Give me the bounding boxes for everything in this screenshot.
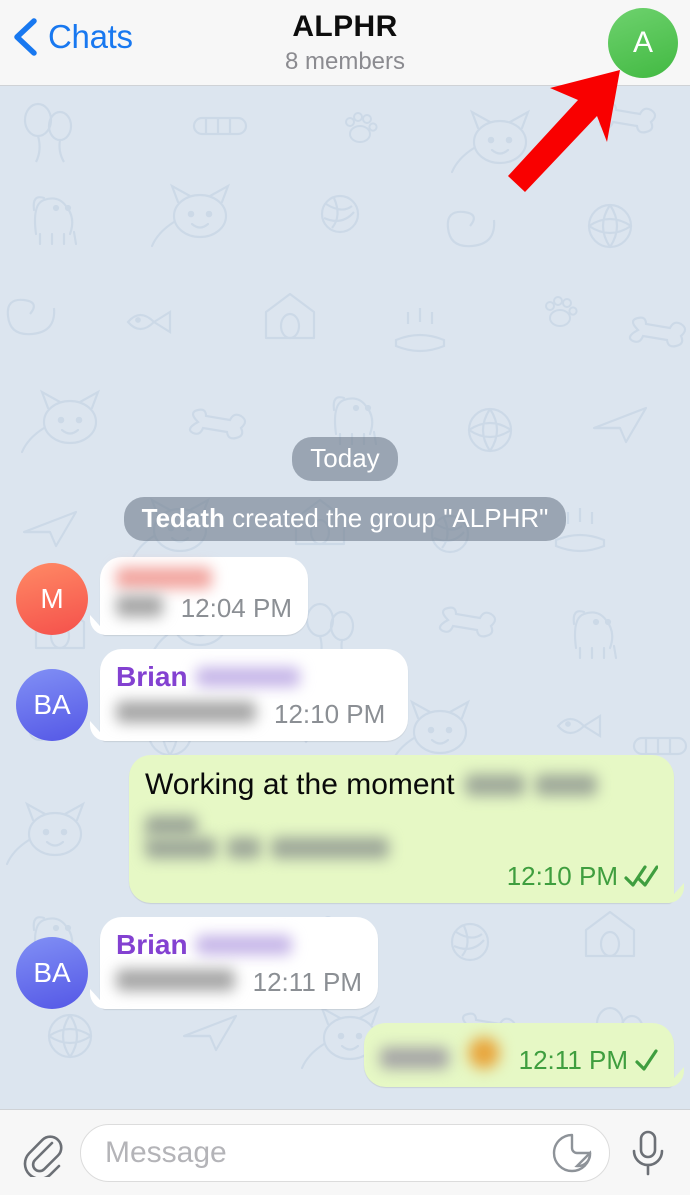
telegram-chat-screen: Chats ALPHR 8 members A Today Tedath cre…	[0, 0, 690, 1195]
message-text: Working at the moment	[145, 768, 455, 801]
sticker-icon	[552, 1133, 592, 1172]
message-sender-name: Brian	[116, 661, 188, 692]
redacted-message-text	[116, 969, 235, 991]
message-bubble[interactable]: 12:04 PM	[100, 557, 308, 635]
redacted-text-part	[145, 837, 217, 859]
message-time: 12:10 PM	[506, 861, 618, 891]
avatar-initials: BA	[33, 957, 71, 988]
attach-button[interactable]	[14, 1125, 70, 1181]
message-input-placeholder: Message	[105, 1135, 227, 1169]
message-input[interactable]: Message	[80, 1123, 610, 1182]
message-sender: Brian	[116, 927, 362, 963]
redacted-sender-surname	[195, 667, 300, 687]
message-meta: 12:04 PM	[181, 593, 292, 623]
message-content-line2	[145, 837, 658, 859]
message-sender: Brian	[116, 659, 392, 695]
message-row[interactable]: 12:11 PM	[0, 1023, 690, 1087]
redacted-emoji	[467, 1033, 501, 1073]
paperclip-icon	[23, 1134, 63, 1177]
message-bubble[interactable]: Working at the moment 12:10 PM	[129, 755, 674, 903]
avatar-initials: BA	[33, 689, 71, 720]
message-time: 12:10 PM	[274, 699, 386, 729]
message-list[interactable]: Today Tedath created the group "ALPHR" M	[0, 86, 690, 1109]
message-time: 12:11 PM	[252, 967, 362, 997]
redacted-message-text	[380, 1047, 450, 1069]
message-meta: 12:11 PM	[519, 1045, 658, 1075]
message-row[interactable]: BA Brian 12:10 PM	[0, 649, 690, 741]
message-sender-name: Brian	[116, 929, 188, 960]
message-content: Working at the moment	[145, 765, 658, 837]
back-label: Chats	[48, 18, 133, 55]
microphone-icon	[632, 1130, 664, 1175]
avatar-initials: M	[40, 583, 64, 614]
message-row[interactable]: BA Brian 12:11 PM	[0, 917, 690, 1009]
date-divider: Today	[292, 437, 398, 481]
chat-header: Chats ALPHR 8 members A	[0, 0, 690, 86]
message-time: 12:04 PM	[180, 593, 292, 623]
service-message-row: Tedath created the group "ALPHR"	[0, 497, 690, 541]
group-avatar[interactable]: A	[608, 8, 678, 78]
single-check-icon	[635, 1049, 658, 1071]
message-sender	[116, 567, 292, 589]
service-message: Tedath created the group "ALPHR"	[123, 497, 567, 541]
messages-container: Today Tedath created the group "ALPHR" M	[0, 437, 690, 1109]
service-message-text: created the group "ALPHR"	[224, 503, 549, 533]
group-avatar-initial: A	[632, 26, 653, 59]
redacted-text-part	[534, 774, 597, 796]
message-content: 12:10 PM	[116, 697, 392, 729]
message-meta: 12:10 PM	[145, 861, 658, 891]
message-meta: 12:11 PM	[253, 967, 362, 997]
message-time: 12:11 PM	[518, 1045, 628, 1075]
message-row[interactable]: M 12:04 PM	[0, 557, 690, 635]
back-to-chats-button[interactable]: Chats	[12, 18, 133, 56]
message-composer: Message	[0, 1109, 690, 1195]
double-check-icon	[624, 865, 658, 887]
service-message-actor: Tedath	[141, 503, 225, 533]
chevron-left-icon	[14, 18, 37, 56]
redacted-text-part	[145, 815, 197, 837]
message-row[interactable]: Working at the moment 12:10 PM	[0, 755, 690, 903]
message-content: 12:11 PM	[116, 965, 362, 997]
message-content: 12:11 PM	[380, 1033, 658, 1075]
redacted-message-text	[116, 595, 163, 617]
voice-record-button[interactable]	[620, 1125, 676, 1181]
redacted-sender-name	[116, 567, 212, 589]
avatar[interactable]: M	[16, 563, 88, 635]
redacted-text-part	[227, 837, 261, 859]
redacted-text-part	[271, 837, 389, 859]
message-meta: 12:10 PM	[274, 699, 385, 729]
sticker-button[interactable]	[549, 1130, 595, 1176]
date-divider-row: Today	[0, 437, 690, 481]
message-content: 12:04 PM	[116, 591, 292, 623]
redacted-message-text	[116, 701, 256, 723]
redacted-text-part	[464, 774, 525, 796]
redacted-sender-surname	[195, 935, 292, 955]
message-bubble[interactable]: Brian 12:11 PM	[100, 917, 378, 1009]
avatar[interactable]: BA	[16, 669, 88, 741]
avatar[interactable]: BA	[16, 937, 88, 1009]
message-bubble[interactable]: Brian 12:10 PM	[100, 649, 408, 741]
message-bubble[interactable]: 12:11 PM	[364, 1023, 674, 1087]
